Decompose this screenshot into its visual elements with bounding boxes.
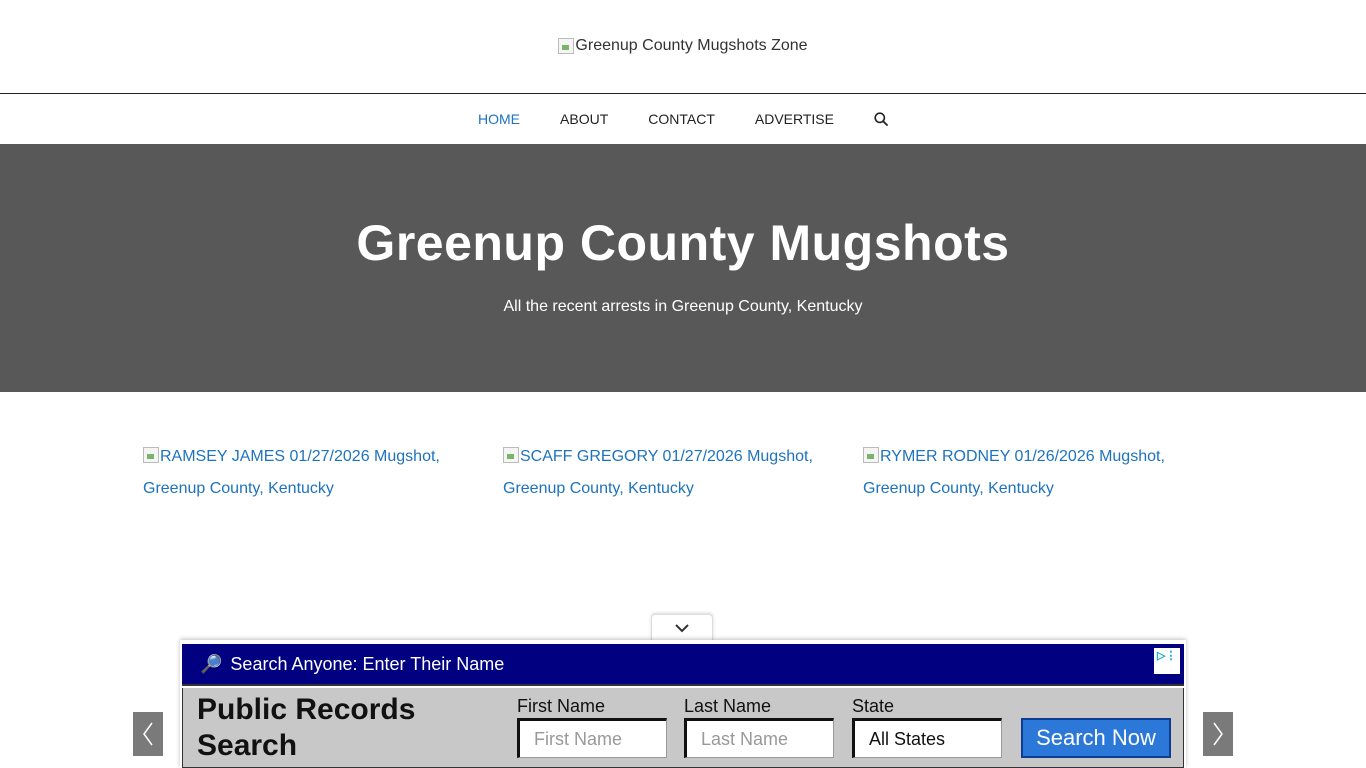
mugshot-link[interactable]: RAMSEY JAMES 01/27/2026 Mugshot, Greenup… (143, 447, 440, 497)
nav-search-button[interactable] (854, 112, 908, 126)
last-name-field-group: Last Name Last Name (684, 696, 834, 758)
first-name-input[interactable]: First Name (517, 718, 667, 758)
broken-image-icon (143, 447, 159, 463)
adchoices-icon[interactable]: ▷⋮ (1154, 648, 1180, 674)
magnifier-icon: 🔎 (200, 653, 223, 674)
site-logo-alt-text: Greenup County Mugshots Zone (575, 36, 808, 54)
chevron-down-icon (675, 624, 689, 633)
chevron-left-icon (143, 722, 153, 746)
nav-contact[interactable]: CONTACT (628, 111, 735, 127)
search-icon (874, 112, 888, 126)
hero-banner: Greenup County Mugshots All the recent a… (0, 144, 1366, 392)
site-header: Greenup County Mugshots Zone (0, 0, 1366, 94)
carousel-prev-button[interactable] (133, 712, 163, 756)
sticky-ad: 🔎 Search Anyone: Enter Their Name ▷⋮ Pub… (180, 640, 1186, 768)
ad-form: Public Records Search First Name First N… (182, 688, 1184, 768)
mugshot-card: RAMSEY JAMES 01/27/2026 Mugshot, Greenup… (143, 441, 503, 505)
mugshot-alt-text: SCAFF GREGORY 01/27/2026 Mugshot, Greenu… (503, 448, 813, 497)
mugshot-alt-text: RAMSEY JAMES 01/27/2026 Mugshot, Greenup… (143, 448, 440, 497)
ad-headline: Public Records Search (197, 693, 416, 762)
ad-banner-text: Search Anyone: Enter Their Name (230, 653, 505, 674)
nav-home[interactable]: HOME (458, 111, 540, 127)
mugshot-alt-text: RYMER RODNEY 01/26/2026 Mugshot, Greenup… (863, 448, 1165, 497)
state-select[interactable]: All States (852, 718, 1002, 758)
carousel-next-button[interactable] (1203, 712, 1233, 756)
ad-collapse-button[interactable] (651, 614, 713, 641)
broken-image-icon (863, 447, 879, 463)
broken-image-icon (503, 447, 519, 463)
first-name-field-group: First Name First Name (517, 696, 667, 758)
state-field-group: State All States (852, 696, 1002, 758)
page-title: Greenup County Mugshots (356, 215, 1010, 271)
nav-advertise[interactable]: ADVERTISE (735, 111, 854, 127)
state-label: State (852, 696, 895, 716)
site-logo-link[interactable]: Greenup County Mugshots Zone (558, 36, 808, 55)
mugshot-grid: RAMSEY JAMES 01/27/2026 Mugshot, Greenup… (143, 441, 1223, 505)
first-name-label: First Name (517, 696, 606, 716)
mugshot-card: RYMER RODNEY 01/26/2026 Mugshot, Greenup… (863, 441, 1223, 505)
ad-banner[interactable]: 🔎 Search Anyone: Enter Their Name ▷⋮ (182, 644, 1184, 686)
chevron-right-icon (1213, 722, 1223, 746)
broken-image-icon (558, 37, 575, 54)
page-subtitle: All the recent arrests in Greenup County… (503, 298, 863, 315)
nav-about[interactable]: ABOUT (540, 111, 628, 127)
mugshot-card: SCAFF GREGORY 01/27/2026 Mugshot, Greenu… (503, 441, 863, 505)
last-name-input[interactable]: Last Name (684, 718, 834, 758)
mugshot-link[interactable]: RYMER RODNEY 01/26/2026 Mugshot, Greenup… (863, 447, 1165, 497)
main-nav: HOME ABOUT CONTACT ADVERTISE (0, 94, 1366, 144)
mugshot-link[interactable]: SCAFF GREGORY 01/27/2026 Mugshot, Greenu… (503, 447, 813, 497)
search-now-button[interactable]: Search Now (1021, 718, 1171, 758)
last-name-label: Last Name (684, 696, 772, 716)
